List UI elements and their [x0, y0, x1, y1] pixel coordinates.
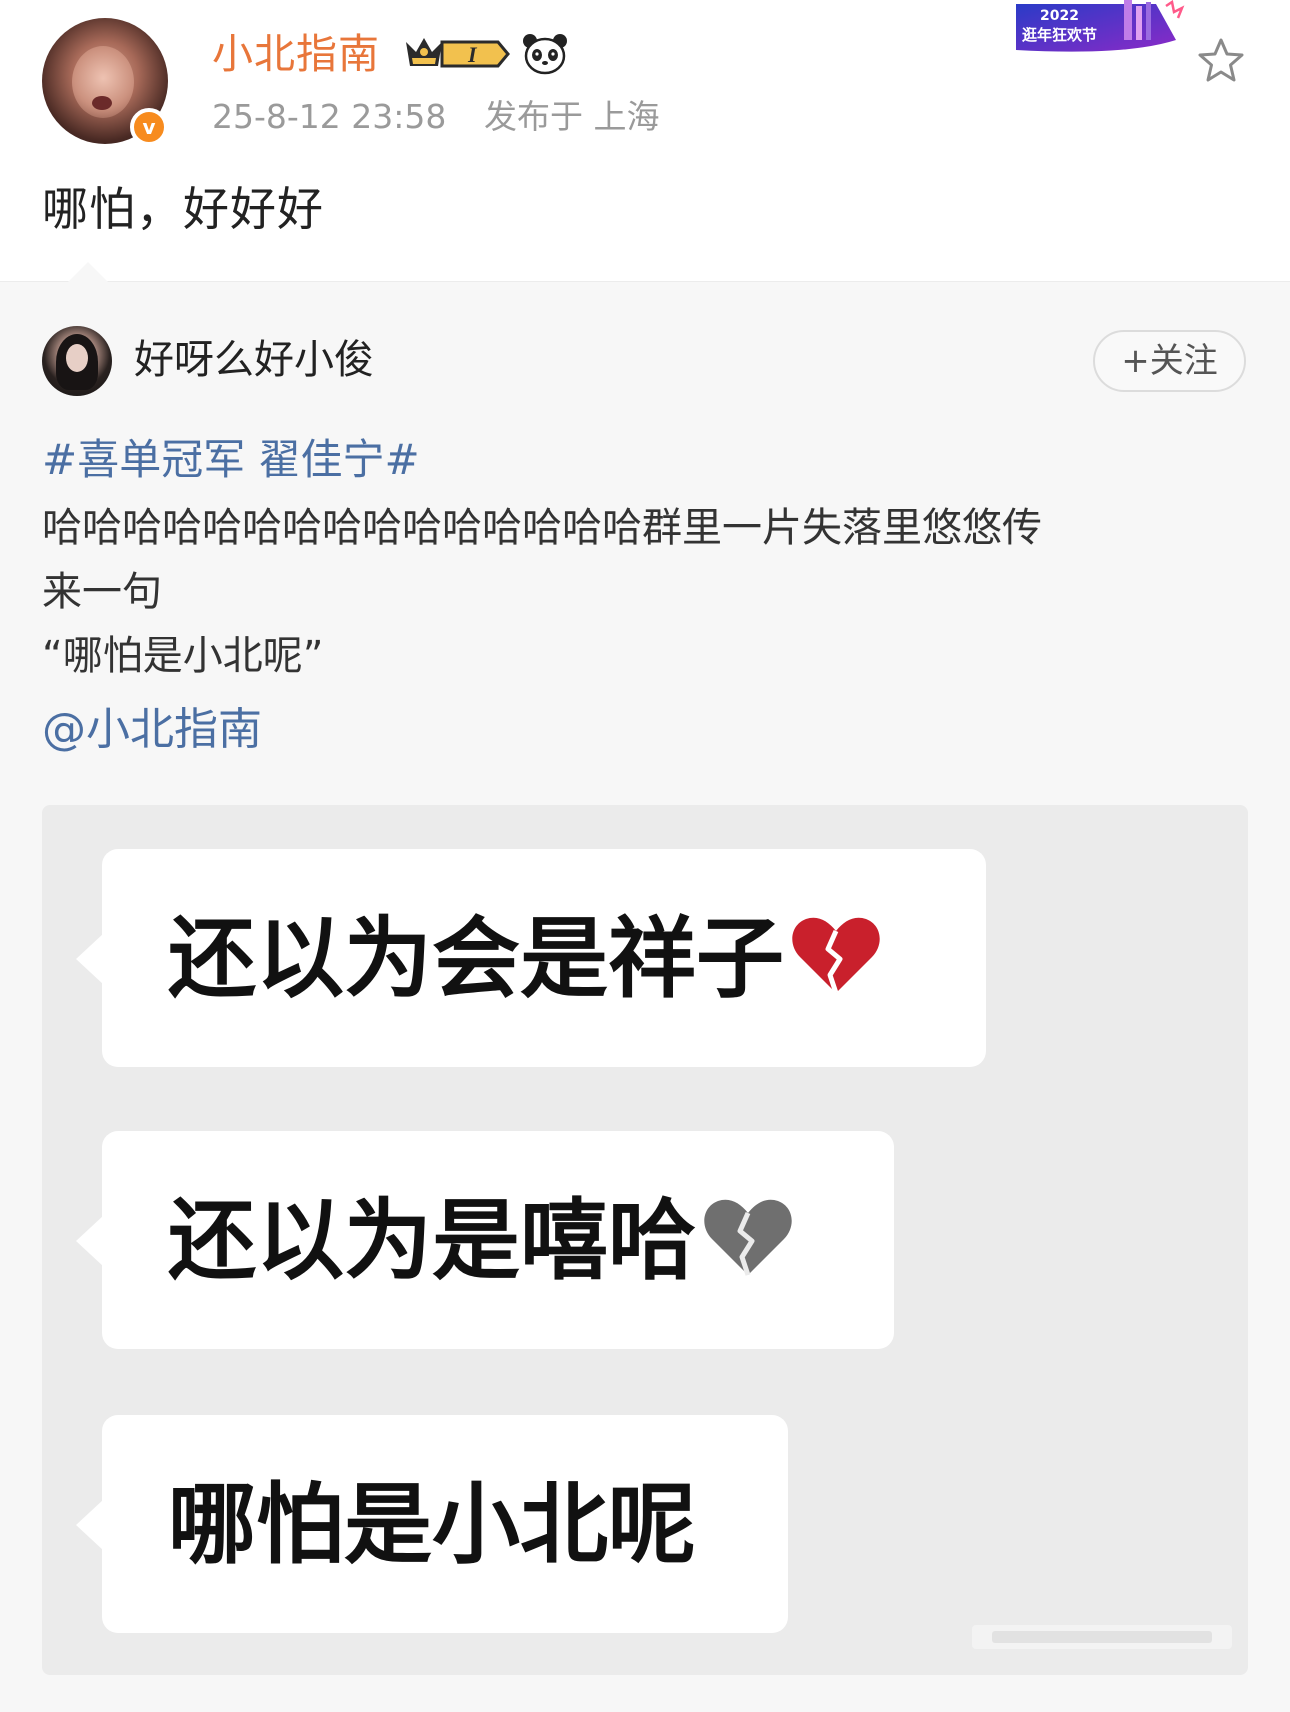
- reposted-content[interactable]: 好呀么好小俊 +关注 #喜单冠军 翟佳宁# 哈哈哈哈哈哈哈哈哈哈哈哈哈哈哈群里一…: [0, 262, 1290, 1712]
- repost-user-avatar[interactable]: [42, 326, 112, 396]
- repost-body: 哈哈哈哈哈哈哈哈哈哈哈哈哈哈哈群里一片失落里悠悠传 来一句 “哪怕是小北呢”: [42, 496, 1242, 688]
- post-username[interactable]: 小北指南: [212, 26, 380, 82]
- avatar-mouth: [92, 96, 112, 110]
- chat-bubble: 哪怕是小北呢: [76, 1415, 788, 1633]
- broken-heart-red-icon: [792, 917, 880, 994]
- follow-button[interactable]: +关注: [1093, 330, 1246, 392]
- member-crown-badge-icon[interactable]: I: [402, 34, 512, 74]
- chat-message-text: 还以为是嘻哈: [168, 1189, 697, 1292]
- favorite-star-icon[interactable]: [1196, 36, 1246, 86]
- chat-message-text: 还以为会是祥子: [168, 907, 785, 1010]
- repost-body-quote: “哪怕是小北呢”: [42, 633, 324, 679]
- repost-notch: [68, 262, 108, 282]
- repost-username[interactable]: 好呀么好小俊: [134, 332, 374, 388]
- repost-body-line: 来一句: [42, 569, 162, 615]
- mention-link[interactable]: @小北指南: [42, 700, 262, 760]
- chat-screenshot-image[interactable]: 还以为会是祥子 还以为是嘻哈 哪怕是小北呢: [42, 805, 1248, 1675]
- verified-badge-icon: v: [130, 108, 168, 146]
- chat-bubble: 还以为是嘻哈: [76, 1131, 894, 1349]
- event-banner-year: 2022: [1040, 8, 1079, 24]
- hashtag-link[interactable]: #喜单冠军 翟佳宁#: [42, 430, 420, 490]
- post-timestamp: 25-8-12 23:58: [212, 97, 447, 136]
- level-badge-label: I: [467, 42, 478, 67]
- avatar-face: [66, 344, 88, 372]
- repost-body-line: 哈哈哈哈哈哈哈哈哈哈哈哈哈哈哈群里一片失落里悠悠传: [42, 505, 1042, 551]
- broken-heart-grey-icon: [704, 1199, 792, 1276]
- chat-message-text: 哪怕是小北呢: [168, 1473, 697, 1576]
- weibo-post: v 小北指南 I 25-8-12 23:58 发布于 上海 2022 逛年狂欢节…: [0, 0, 1290, 281]
- panda-icon[interactable]: [522, 32, 568, 76]
- event-banner-name: 逛年狂欢节: [1022, 26, 1097, 44]
- event-banner-icon[interactable]: 2022 逛年狂欢节: [1006, 0, 1190, 56]
- blurred-watermark: [972, 1625, 1232, 1649]
- post-location: 发布于 上海: [484, 97, 660, 136]
- post-text: 哪怕，好好好: [42, 182, 324, 236]
- chat-bubble: 还以为会是祥子: [76, 849, 986, 1067]
